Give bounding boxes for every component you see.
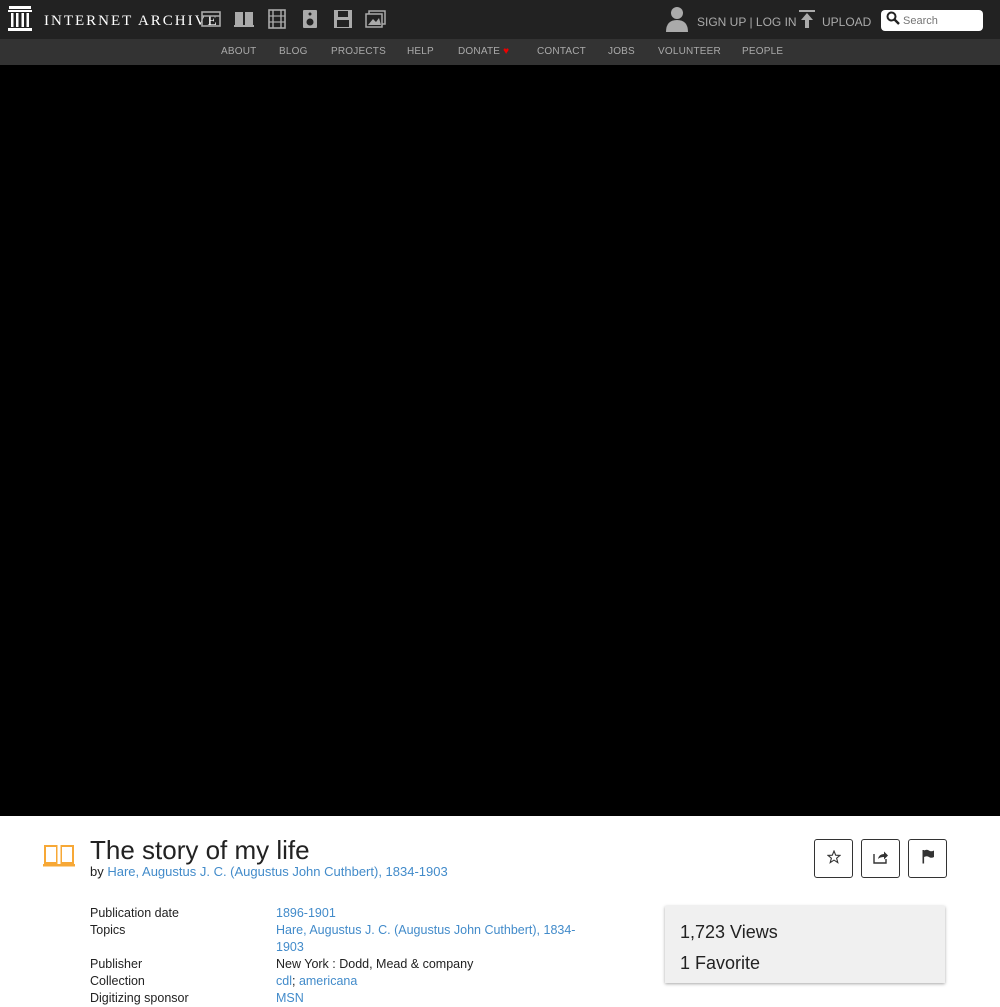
publisher-value: New York : Dodd, Mead & company [276,957,474,971]
metadata-row-sponsor: Digitizing sponsor MSN [90,990,590,1007]
collection-separator: ; [291,974,299,988]
metadata-row-publisher: Publisher New York : Dodd, Mead & compan… [90,956,590,973]
texts-icon[interactable] [233,8,255,30]
top-bar: INTERNET ARCHIVE SIGN UP | LOG IN UPLOAD… [0,0,1000,39]
user-icon[interactable] [665,6,689,37]
metadata-key: Publisher [90,957,143,971]
nav-donate[interactable]: DONATE ♥ [458,46,509,57]
images-icon[interactable] [365,8,387,30]
book-icon [43,842,75,873]
metadata-row-topics: Topics Hare, Augustus J. C. (Augustus Jo… [90,922,590,956]
search-icon[interactable] [886,11,900,30]
nav-contact[interactable]: CONTACT [537,46,586,57]
favorites-count: 1 Favorite [680,953,761,973]
nav-help[interactable]: HELP [407,46,434,57]
collection-link-cdl[interactable]: cdl [276,974,292,988]
collection-link-americana[interactable]: americana [299,974,357,988]
audio-icon[interactable] [299,8,321,30]
upload-link[interactable]: UPLOAD [798,9,871,34]
views-count: 1,723 Views [680,922,778,942]
author-link[interactable]: Hare, Augustus J. C. (Augustus John Cuth… [107,864,447,879]
flag-icon [921,849,935,868]
metadata-table: Publication date 1896-1901 Topics Hare, … [90,905,590,1007]
secondary-nav: ABOUT BLOG PROJECTS HELP DONATE ♥ CONTAC… [0,39,1000,65]
search-box [881,10,983,31]
share-icon [872,850,889,868]
nav-projects[interactable]: PROJECTS [331,46,386,57]
nav-about[interactable]: ABOUT [221,46,256,57]
sponsor-link[interactable]: MSN [276,991,304,1005]
metadata-key: Topics [90,923,126,937]
nav-jobs[interactable]: JOBS [608,46,635,57]
upload-label: UPLOAD [822,14,872,29]
software-icon[interactable] [332,8,354,30]
metadata-key: Publication date [90,906,179,920]
nav-blog[interactable]: BLOG [279,46,308,57]
upload-icon [798,9,816,34]
item-stats: 1,723 Views 1 Favorite [665,906,945,983]
web-icon[interactable] [200,8,222,30]
metadata-row-collection: Collection cdl; americana [90,973,590,990]
share-button[interactable] [861,839,900,878]
heart-icon: ♥ [503,46,510,57]
metadata-key: Digitizing sponsor [90,991,189,1005]
item-byline: by Hare, Augustus J. C. (Augustus John C… [90,864,448,879]
metadata-row-date: Publication date 1896-1901 [90,905,590,922]
search-input[interactable] [903,14,979,27]
signup-login-link[interactable]: SIGN UP | LOG IN [697,15,797,29]
item-title: The story of my life [90,835,310,865]
by-prefix: by [90,864,108,879]
logo-text: INTERNET ARCHIVE [44,13,219,29]
favorite-button[interactable] [814,839,853,878]
media-type-nav [200,8,387,30]
topic-link[interactable]: Hare, Augustus J. C. (Augustus John Cuth… [276,923,575,954]
home-logo-link[interactable]: INTERNET ARCHIVE [8,6,219,37]
archive-building-icon [8,6,32,37]
nav-donate-label: DONATE [458,46,501,57]
publication-date-link[interactable]: 1896-1901 [276,906,336,920]
item-actions [814,839,947,878]
nav-people[interactable]: PEOPLE [742,46,783,57]
video-icon[interactable] [266,8,288,30]
user-area: SIGN UP | LOG IN [665,6,797,37]
nav-volunteer[interactable]: VOLUNTEER [658,46,721,57]
metadata-key: Collection [90,974,145,988]
flag-button[interactable] [908,839,947,878]
book-reader-viewer[interactable] [0,65,1000,816]
star-icon [826,849,841,868]
